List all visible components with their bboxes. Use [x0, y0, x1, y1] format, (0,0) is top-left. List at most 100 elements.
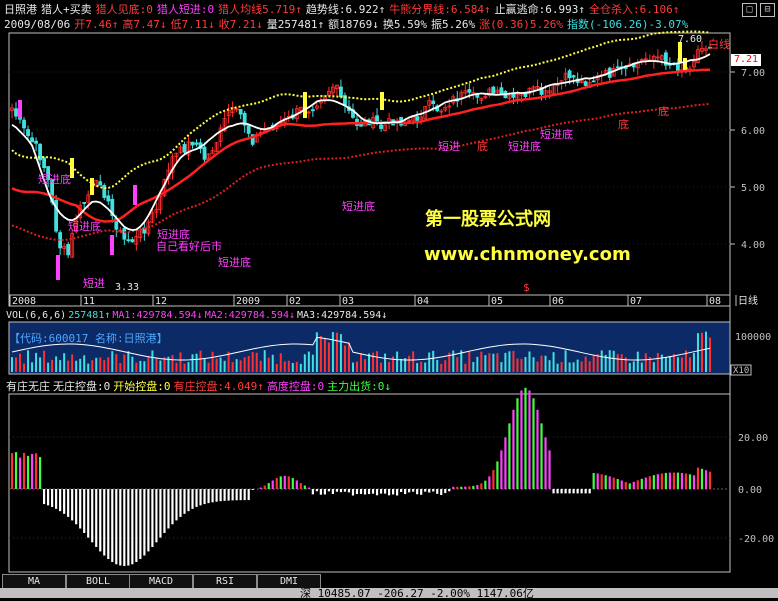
candle-body	[379, 124, 383, 129]
candle-body	[202, 146, 207, 160]
date-axis-label: 05	[491, 296, 503, 307]
chart-annotation: 白线	[708, 37, 730, 51]
ind-header-item-0: 有庄无庄	[6, 380, 50, 393]
chart-annotation: 底	[477, 139, 488, 153]
price-axis-label: 5.00	[741, 183, 765, 194]
trend-line	[11, 30, 711, 190]
bull-bear-line	[11, 68, 710, 223]
candle-body	[467, 89, 472, 93]
tab-boll[interactable]: BOLL	[66, 574, 130, 589]
candle-body	[30, 137, 34, 143]
chart-annotation: 短进底	[157, 227, 190, 241]
vol-header-item-4: MA3:429784.594↓	[297, 310, 388, 321]
price-axis-label: 7.00	[741, 68, 765, 79]
candle-body	[310, 109, 315, 112]
chart-annotation: 短进底	[540, 127, 573, 141]
stock-chart-canvas[interactable]: 短进底短进底短进短进底自己看好后市短进底短进底短进底短进底短进底底底白线$ 7.…	[0, 0, 778, 598]
candle-body	[194, 142, 199, 145]
chart-annotation: 短进底	[508, 139, 541, 153]
candle-body	[122, 228, 127, 240]
candle-body	[591, 80, 596, 83]
candle-body	[26, 129, 30, 136]
chart-annotation: 短进	[438, 139, 460, 153]
price-high-label: 7.60	[678, 34, 702, 45]
candle-body	[238, 109, 243, 115]
date-axis-label: 04	[417, 296, 429, 307]
chart-annotation: 短进底	[218, 255, 251, 269]
date-axis-label: 07	[630, 296, 642, 307]
vol-scale-label: X10	[733, 366, 749, 376]
signal-candle	[678, 42, 682, 62]
candle-body	[34, 140, 38, 144]
signal-candle	[56, 255, 60, 280]
ind-header-item-3: 有庄控盘:4.049↑	[173, 380, 264, 393]
indicator-axis-label: 20.00	[738, 433, 768, 444]
chart-annotation: 底	[618, 117, 629, 131]
indicator-axis-label: 0.00	[738, 485, 762, 496]
candle-body	[415, 116, 420, 121]
candle-body	[431, 100, 436, 104]
candle-body	[567, 70, 572, 79]
date-axis-label: 2009	[236, 296, 260, 307]
candle-body	[82, 202, 87, 204]
ind-header-item-2: 开始控盘:0	[113, 380, 171, 393]
signal-candle	[90, 178, 94, 195]
tab-macd[interactable]: MACD	[129, 574, 193, 589]
tab-ma[interactable]: MA	[2, 574, 66, 589]
date-axis-label: 12	[155, 296, 167, 307]
candle-body	[22, 119, 26, 129]
candle-body	[339, 86, 343, 98]
status-bar: 深 10485.07 -206.27 -2.00% 1147.06亿	[0, 587, 778, 600]
chart-annotation: 底	[658, 104, 669, 118]
candle-body	[66, 244, 71, 256]
date-axis-label: 03	[342, 296, 354, 307]
vol-header-item-3: MA2:429784.594↓	[204, 310, 295, 321]
chart-annotation: 短进	[83, 276, 105, 290]
chart-annotation: 自己看好后市	[156, 239, 222, 253]
date-axis-label: 08	[709, 296, 721, 307]
price-low-label: 3.33	[115, 282, 139, 293]
chart-annotation: 短进底	[68, 219, 101, 233]
watermark-url: www.chnmoney.com	[424, 244, 631, 265]
date-axis-label: 02	[289, 296, 301, 307]
price-axis-label: 4.00	[741, 240, 765, 251]
signal-candle	[18, 100, 22, 118]
indicator-axis-label: -20.00	[738, 534, 774, 545]
candle-body	[98, 181, 103, 186]
tab-rsi[interactable]: RSI	[193, 574, 257, 589]
date-axis-label: 2008	[12, 296, 36, 307]
volume-header: VOL(6,6,6) 257481↑ MA1:429784.594↓ MA2:4297…	[6, 310, 389, 321]
chart-annotation: 短进底	[38, 172, 71, 186]
candle-body	[359, 124, 363, 127]
candle-body	[14, 108, 18, 117]
vol-header-item-0: VOL(6,6,6)	[6, 310, 67, 321]
vol-header-item-2: MA1:429784.594↓	[112, 310, 203, 321]
watermark-title: 第一股票公式网	[425, 209, 551, 230]
current-price-tag: 7.21	[731, 54, 762, 66]
volume-info-box: 【代码:600017 名称:日照港】	[9, 332, 168, 345]
candle-body	[126, 239, 131, 242]
indicator-header: 有庄无庄 无庄控盘:0 开始控盘:0 有庄控盘:4.049↑ 高度控盘:0 主力出货:0↓	[6, 378, 394, 394]
candle-body	[106, 195, 111, 202]
candle-body	[42, 157, 46, 169]
ind-header-item-1: 无庄控盘:0	[53, 380, 111, 393]
ind-header-item-4: 高度控盘:0	[266, 380, 325, 393]
status-text: 深 10485.07 -206.27 -2.00% 1147.06亿	[300, 587, 534, 600]
ind-header-item-5: 主力出货:0↓	[327, 380, 391, 393]
candle-body	[182, 144, 187, 153]
candle-body	[583, 81, 588, 86]
chart-annotation: $	[523, 281, 530, 294]
candle-body	[571, 75, 576, 78]
vol-header-item-1: 257481↑	[68, 310, 111, 321]
date-axis-label: 06	[552, 296, 564, 307]
signal-candle	[380, 92, 384, 110]
vol-axis-label: 100000	[735, 332, 771, 343]
date-axis-label: 11	[83, 296, 95, 307]
candle-body	[676, 62, 680, 71]
candle-body	[523, 93, 528, 97]
candle-body	[130, 239, 135, 243]
candle-body	[499, 87, 504, 95]
chart-annotation: 短进底	[342, 199, 375, 213]
candle-body	[491, 86, 496, 94]
price-axis-label: 6.00	[741, 126, 765, 137]
